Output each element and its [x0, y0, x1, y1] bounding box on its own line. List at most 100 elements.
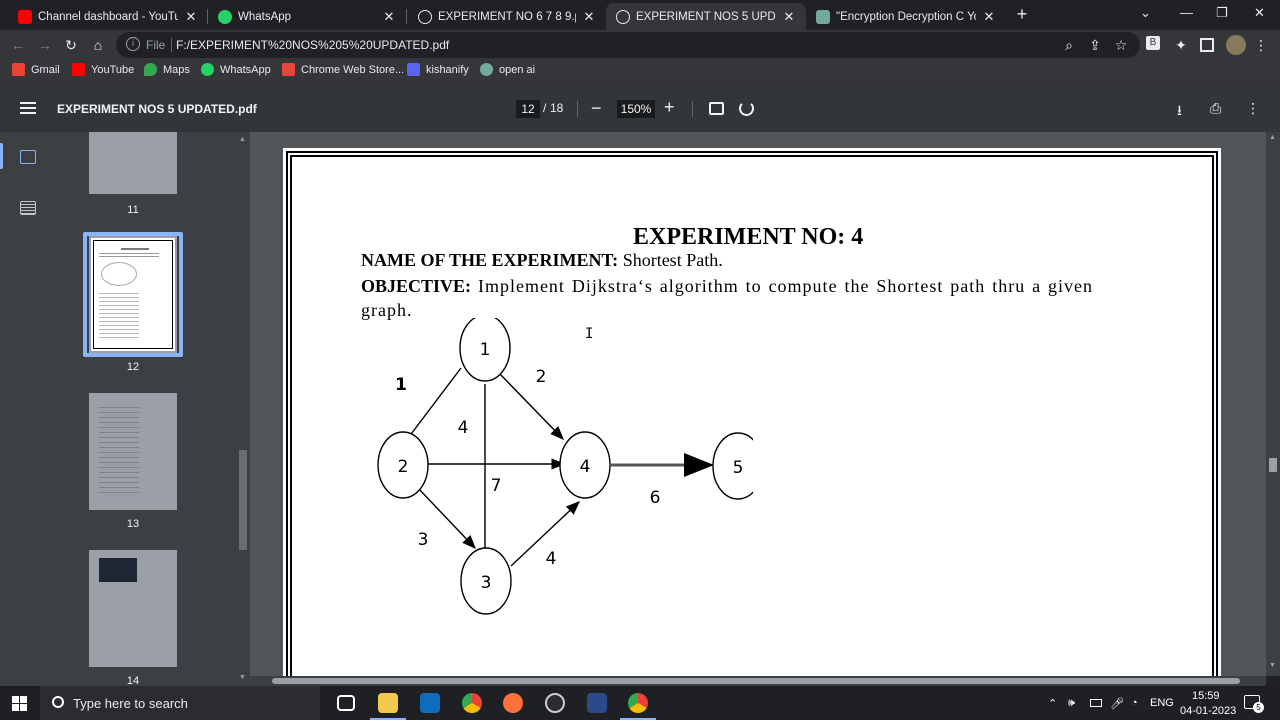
- back-icon[interactable]: ←: [9, 36, 27, 54]
- objective-label: OBJECTIVE:: [361, 276, 472, 296]
- share-icon[interactable]: ⇪: [1086, 36, 1104, 54]
- edge-weight-label: 2: [536, 367, 547, 387]
- dev-cpp-icon[interactable]: [587, 693, 607, 713]
- volume-icon[interactable]: 🕪: [1068, 697, 1075, 710]
- menu-kebab-icon[interactable]: ⋮: [1252, 36, 1270, 54]
- edge-weight-label: 6: [650, 488, 661, 508]
- bookmark-chrome-web-store[interactable]: Chrome Web Store...: [282, 63, 404, 76]
- windows-taskbar: Type here to search ⌃ 🕪 🎤︎ ◔ ENG 15:59 0…: [0, 686, 1280, 720]
- close-icon[interactable]: ✕: [582, 9, 596, 25]
- thumbnails-view-icon[interactable]: [20, 150, 36, 164]
- main-scrollbar[interactable]: ▲ ▼: [1266, 132, 1280, 676]
- tab-youtube-dashboard[interactable]: Channel dashboard - YouTube St ✕: [8, 3, 208, 30]
- zoom-out-button[interactable]: −: [591, 98, 602, 119]
- horizontal-scrollbar[interactable]: [250, 676, 1266, 686]
- bookmark-whatsapp[interactable]: WhatsApp: [201, 63, 271, 76]
- bookmark-star-icon[interactable]: ☆: [1112, 36, 1130, 54]
- close-icon[interactable]: ✕: [982, 9, 996, 25]
- thumbnail-page-12[interactable]: [89, 236, 177, 353]
- tab-whatsapp[interactable]: WhatsApp ✕: [208, 3, 406, 30]
- tab-title: "Encryption Decryption C YouTub: [836, 10, 976, 23]
- home-icon[interactable]: ⌂: [89, 36, 107, 54]
- chrome-icon[interactable]: [462, 693, 482, 713]
- zoom-in-button[interactable]: +: [664, 97, 675, 118]
- page-number-input[interactable]: 12: [516, 100, 540, 118]
- tab-experiment-6789[interactable]: EXPERIMENT NO 6 7 8 9.pdf ✕: [408, 3, 606, 30]
- rotate-icon[interactable]: [739, 101, 754, 116]
- info-icon[interactable]: i: [126, 37, 140, 51]
- forward-icon[interactable]: →: [36, 36, 54, 54]
- download-icon[interactable]: ⭳: [1177, 100, 1182, 124]
- hamburger-menu-icon[interactable]: [20, 100, 36, 116]
- pdf-viewer[interactable]: EXPERIMENT NO: 4 NAME OF THE EXPERIMENT:…: [250, 132, 1266, 676]
- tab-title: WhatsApp: [238, 10, 292, 23]
- main-scroll-thumb[interactable]: [1269, 458, 1277, 472]
- wifi-icon[interactable]: ◔: [1131, 697, 1138, 709]
- more-options-icon[interactable]: ⋮: [1246, 100, 1260, 117]
- tab-experiment-5-updated[interactable]: EXPERIMENT NOS 5 UPDATED.pd ✕: [606, 3, 806, 30]
- address-bar[interactable]: i File F:/EXPERIMENT%20NOS%205%20UPDATED…: [116, 32, 1140, 58]
- avatar[interactable]: [1226, 35, 1246, 55]
- horizontal-scroll-thumb[interactable]: [272, 678, 1240, 684]
- windows-start-icon[interactable]: [12, 696, 27, 711]
- node-label: 1: [480, 340, 491, 360]
- clock-time[interactable]: 15:59: [1192, 690, 1220, 702]
- bookmark-maps[interactable]: Maps: [144, 63, 190, 76]
- search-placeholder: Type here to search: [73, 696, 188, 711]
- bookmark-label: open ai: [499, 63, 536, 76]
- clock-date[interactable]: 04-01-2023: [1180, 705, 1236, 717]
- experiment-name: NAME OF THE EXPERIMENT: Shortest Path.: [361, 250, 723, 271]
- url-text[interactable]: F:/EXPERIMENT%20NOS%205%20UPDATED.pdf: [176, 38, 449, 52]
- tab-title: EXPERIMENT NOS 5 UPDATED.pd: [636, 10, 776, 23]
- thumbnail-page-14[interactable]: [89, 550, 177, 667]
- fit-page-icon[interactable]: [709, 102, 724, 115]
- thumbnail-label: 14: [126, 675, 140, 686]
- bookmarks-bar: Gmail YouTube Maps WhatsApp Chrome Web S…: [0, 60, 1280, 82]
- outline-view-icon[interactable]: [20, 201, 36, 215]
- close-icon[interactable]: ✕: [782, 9, 796, 25]
- zoom-input[interactable]: 150%: [617, 100, 655, 118]
- bookmark-youtube[interactable]: YouTube: [72, 63, 134, 76]
- chevron-up-icon[interactable]: ⌃: [1048, 697, 1057, 710]
- sidebar-scroll-thumb[interactable]: [239, 450, 247, 550]
- openai-icon: [816, 9, 830, 24]
- bookmark-open-ai[interactable]: open ai: [480, 63, 535, 76]
- thumbnail-page-11[interactable]: [89, 132, 177, 194]
- window-close-button[interactable]: ✕: [1254, 5, 1265, 21]
- new-tab-button[interactable]: +: [1012, 5, 1032, 25]
- tab-strip: Channel dashboard - YouTube St ✕ WhatsAp…: [0, 0, 1280, 30]
- sidebar-scrollbar[interactable]: ▲ ▼: [236, 132, 250, 686]
- tab-encryption-decryption[interactable]: "Encryption Decryption C YouTub ✕: [806, 3, 1006, 30]
- extension-b-icon[interactable]: B: [1146, 36, 1160, 50]
- pdf-page: EXPERIMENT NO: 4 NAME OF THE EXPERIMENT:…: [283, 148, 1221, 676]
- bookmark-kishanify[interactable]: kishanify: [407, 63, 469, 76]
- globe-icon: [616, 9, 630, 24]
- taskbar-search-box[interactable]: Type here to search: [40, 686, 320, 720]
- battery-icon[interactable]: [1090, 699, 1102, 707]
- close-icon[interactable]: ✕: [184, 9, 198, 25]
- microphone-icon[interactable]: 🎤︎: [1110, 697, 1124, 710]
- puzzle-icon[interactable]: ✦: [1172, 36, 1190, 54]
- print-icon[interactable]: ⎙: [1210, 100, 1221, 117]
- firefox-icon[interactable]: [503, 693, 523, 713]
- file-explorer-icon[interactable]: [378, 693, 398, 713]
- bookmark-gmail[interactable]: Gmail: [12, 63, 60, 76]
- tab-search-icon[interactable]: ⌄: [1140, 5, 1151, 21]
- bookmark-label: WhatsApp: [220, 63, 271, 76]
- minimize-button[interactable]: —: [1180, 5, 1193, 20]
- language-indicator[interactable]: ENG: [1150, 697, 1174, 709]
- thumbnail-page-13[interactable]: [89, 393, 177, 510]
- bookmark-label: YouTube: [91, 63, 135, 76]
- obs-icon[interactable]: [545, 693, 565, 713]
- task-view-icon[interactable]: [337, 695, 355, 711]
- zoom-icon[interactable]: ⌕: [1060, 36, 1078, 54]
- node-label: 2: [398, 457, 409, 477]
- maximize-button[interactable]: ❐: [1216, 5, 1228, 21]
- chrome-active-icon[interactable]: [628, 693, 648, 713]
- close-icon[interactable]: ✕: [382, 9, 396, 25]
- outlook-icon[interactable]: [420, 693, 440, 713]
- tab-title: Channel dashboard - YouTube St: [38, 10, 178, 23]
- reload-icon[interactable]: ↻: [62, 36, 80, 54]
- edge-weight-label: 4: [458, 418, 469, 438]
- side-panel-icon[interactable]: [1200, 38, 1214, 52]
